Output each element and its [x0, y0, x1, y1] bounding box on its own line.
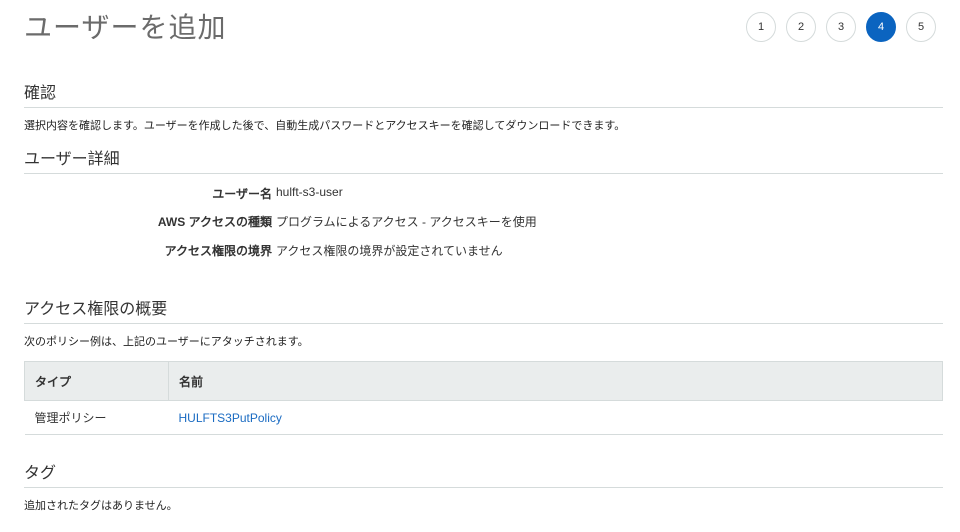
policy-name-cell: HULFTS3PutPolicy: [168, 400, 943, 435]
detail-value: hulft-s3-user: [276, 185, 343, 199]
detail-label: アクセス権限の境界: [164, 244, 272, 258]
review-description: 選択内容を確認します。ユーザーを作成した後で、自動生成パスワードとアクセスキーを…: [24, 120, 626, 132]
detail-value: プログラムによるアクセス - アクセスキーを使用: [276, 215, 537, 229]
wizard-steps: 1 2 3 4 5: [746, 12, 936, 42]
user-details-heading: ユーザー詳細: [24, 145, 943, 174]
step-1-button[interactable]: 1: [746, 12, 776, 42]
review-heading: 確認: [24, 79, 943, 108]
step-2-button[interactable]: 2: [786, 12, 816, 42]
page-title: ユーザーを追加: [24, 11, 227, 44]
tags-description: 追加されたタグはありません。: [24, 500, 178, 512]
column-header-type[interactable]: タイプ: [24, 361, 169, 401]
table-header-row: タイプ 名前: [24, 361, 943, 401]
policy-type-cell: 管理ポリシー: [24, 400, 169, 435]
permissions-description: 次のポリシー例は、上記のユーザーにアタッチされます。: [24, 336, 309, 348]
table-row: 管理ポリシー HULFTS3PutPolicy: [24, 400, 943, 435]
permissions-summary-heading: アクセス権限の概要: [24, 295, 943, 324]
detail-row-username: ユーザー名 hulft-s3-user: [24, 185, 624, 203]
detail-row-permissions-boundary: アクセス権限の境界 アクセス権限の境界が設定されていません: [24, 242, 624, 260]
step-3-button[interactable]: 3: [826, 12, 856, 42]
detail-label: AWS アクセスの種類: [157, 215, 272, 229]
detail-value: アクセス権限の境界が設定されていません: [276, 244, 503, 258]
step-5-button[interactable]: 5: [906, 12, 936, 42]
detail-row-access-type: AWS アクセスの種類 プログラムによるアクセス - アクセスキーを使用: [24, 213, 624, 231]
column-header-name[interactable]: 名前: [168, 361, 943, 401]
policy-table: タイプ 名前 管理ポリシー HULFTS3PutPolicy: [24, 361, 943, 435]
detail-label: ユーザー名: [212, 187, 272, 201]
tags-heading: タグ: [24, 459, 943, 488]
step-4-button-current[interactable]: 4: [866, 12, 896, 42]
policy-name-link[interactable]: HULFTS3PutPolicy: [179, 411, 282, 425]
